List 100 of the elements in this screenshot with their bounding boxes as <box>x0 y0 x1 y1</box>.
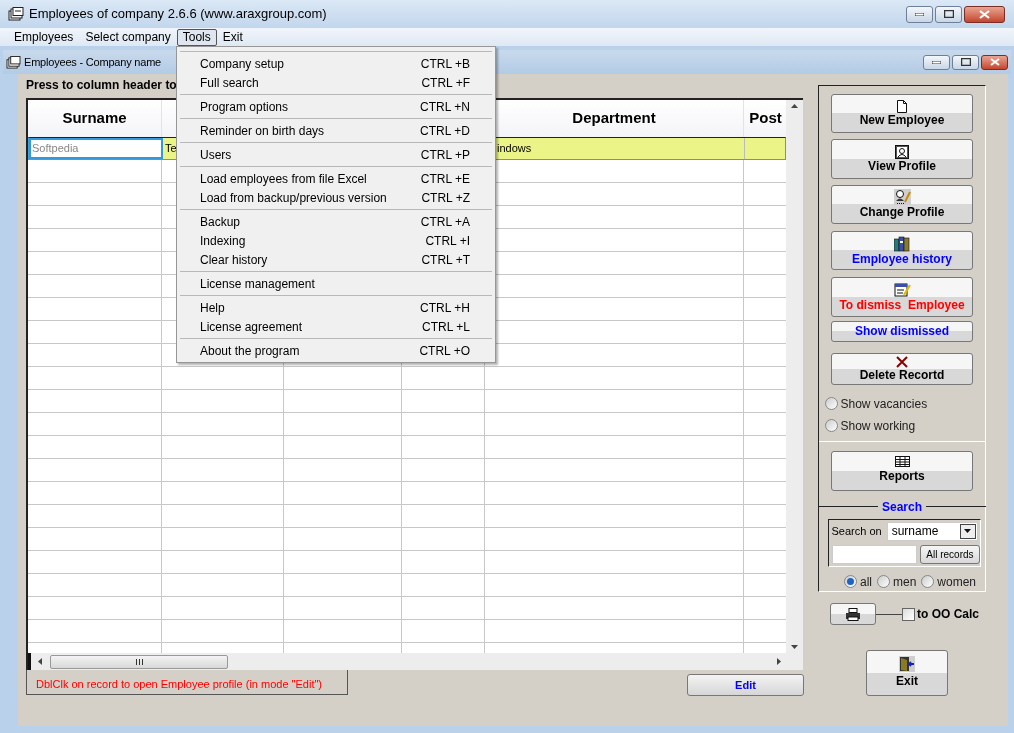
printer-icon <box>845 607 861 621</box>
child-window-title: Employees - Company name <box>24 54 162 70</box>
side-button[interactable]: Change Profile <box>831 184 973 224</box>
menu-item[interactable]: Company setup CTRL +B <box>177 54 495 73</box>
minimize-icon <box>932 60 941 64</box>
menu-item[interactable]: Help CTRL +H <box>177 298 495 317</box>
close-button[interactable] <box>964 5 1005 23</box>
shortcut-text: CTRL +F <box>421 74 470 92</box>
maximize-button[interactable] <box>935 5 962 23</box>
left-arrow-icon[interactable] <box>38 658 42 665</box>
shortcut-text: CTRL +E <box>420 170 470 188</box>
close-button[interactable] <box>981 54 1008 70</box>
up-arrow-icon[interactable] <box>791 104 798 108</box>
shortcut-text: CTRL +D <box>420 122 470 140</box>
dropdown-button[interactable] <box>959 523 976 539</box>
maximize-icon <box>943 10 954 18</box>
close-icon <box>989 58 1000 66</box>
search-input-field[interactable] <box>831 544 918 564</box>
shortcut-text: CTRL +A <box>420 213 470 231</box>
side-button[interactable]: Delete Recortd <box>831 353 973 385</box>
edit-button[interactable]: Edit <box>687 674 804 696</box>
export-label: to OO Calc <box>917 606 979 623</box>
radio-button[interactable] <box>824 397 838 411</box>
down-arrow-icon[interactable] <box>791 645 798 649</box>
minimize-icon <box>915 12 924 16</box>
menu-item[interactable]: Users CTRL +P <box>177 145 495 164</box>
shortcut-text: CTRL +L <box>422 318 470 336</box>
window-title: Employees of company 2.6.6 (www.araxgroup.com) <box>29 5 327 24</box>
radio-button[interactable] <box>921 575 935 589</box>
menu-item[interactable]: About the program CTRL +O <box>177 341 495 360</box>
radio-button[interactable] <box>877 575 890 589</box>
page-icon <box>897 100 907 114</box>
minimize-button[interactable] <box>923 54 950 70</box>
file-cabinet-icon <box>8 7 24 21</box>
side-button[interactable]: View Profile <box>831 139 973 179</box>
caret-icon <box>964 529 972 534</box>
radio-label: all <box>859 573 872 591</box>
column-header[interactable]: Post <box>749 107 782 130</box>
radio-button[interactable] <box>824 419 838 433</box>
maximize-button[interactable] <box>952 54 979 70</box>
shortcut-text: CTRL +P <box>420 146 470 164</box>
books-icon <box>893 235 911 252</box>
shortcut-text: CTRL +I <box>425 232 470 250</box>
search-field-dropdown[interactable]: surname <box>886 521 978 541</box>
menu-bar-item[interactable]: Exit <box>216 28 249 46</box>
menu-item[interactable]: License agreement CTRL +L <box>177 317 495 336</box>
menu-item[interactable]: Clear history CTRL +T <box>177 250 495 269</box>
side-button[interactable]: Employee history <box>831 230 973 271</box>
shortcut-text: CTRL +B <box>420 55 470 73</box>
shortcut-text: CTRL +O <box>419 342 470 360</box>
minimize-button[interactable] <box>906 5 933 23</box>
side-button[interactable]: Show dismissed <box>831 320 973 343</box>
menu-item[interactable]: Full search CTRL +F <box>177 73 495 92</box>
side-button[interactable]: New Employee <box>831 94 973 134</box>
horizontal-scrollbar[interactable] <box>28 653 803 670</box>
search-on-label: Search on <box>831 524 882 540</box>
menu-item[interactable]: Reminder on birth days CTRL +D <box>177 121 495 140</box>
search-section-title: Search <box>881 498 923 516</box>
menu-item[interactable]: Load from backup/previous version CTRL +Z <box>177 188 495 207</box>
export-checkbox[interactable] <box>902 607 915 621</box>
shortcut-text: CTRL +T <box>421 251 470 269</box>
menu-item[interactable]: Program options CTRL +N <box>177 97 495 116</box>
reports-button[interactable]: Reports <box>831 450 973 491</box>
grip-icon <box>135 658 143 665</box>
menu-item[interactable]: Backup CTRL +A <box>177 212 495 231</box>
menu-bar-item[interactable]: Employees <box>8 28 80 46</box>
all-records-button[interactable]: All records <box>920 544 980 564</box>
column-header[interactable]: Department <box>572 107 656 130</box>
menu-bar-item[interactable]: Select company <box>79 28 177 46</box>
column-header[interactable]: Surname <box>62 107 127 130</box>
radio-button[interactable] <box>843 575 857 589</box>
table-cell-text: indows <box>497 141 532 157</box>
person-pencil-icon <box>893 189 911 206</box>
radio-label: women <box>937 573 976 591</box>
table-cell-text: Softpedia <box>32 141 79 157</box>
cross-icon <box>896 355 908 368</box>
menu-item[interactable]: Load employees from file Excel CTRL +E <box>177 169 495 188</box>
table-hint: Press to column header to <box>26 77 177 94</box>
vertical-scrollbar[interactable] <box>786 100 803 653</box>
table-icon <box>894 456 910 468</box>
radio-label: Show vacancies <box>840 395 928 413</box>
radio-label: men <box>893 573 917 591</box>
shortcut-text: CTRL +N <box>420 98 470 116</box>
menu-item[interactable]: License management <box>177 274 495 293</box>
menu-item[interactable]: Indexing CTRL +I <box>177 231 495 250</box>
exit-button[interactable]: Exit <box>866 650 948 696</box>
portrait-icon <box>895 144 909 159</box>
door-icon <box>899 656 915 672</box>
scroll-thumb[interactable] <box>50 654 228 669</box>
close-icon <box>979 9 990 19</box>
status-hint: DblClk on record to open Employee profile (in mode "Edit") <box>26 670 348 695</box>
radio-label: Show working <box>840 417 916 435</box>
print-button[interactable] <box>830 603 876 625</box>
table-cell-text: Te <box>165 141 177 157</box>
shortcut-text: CTRL +Z <box>421 189 470 207</box>
right-arrow-icon[interactable] <box>777 658 781 665</box>
maximize-icon <box>960 58 971 66</box>
file-cabinet-icon <box>6 55 21 69</box>
notepad-pencil-icon <box>893 281 911 298</box>
menu-bar-item[interactable]: Tools <box>176 28 217 46</box>
